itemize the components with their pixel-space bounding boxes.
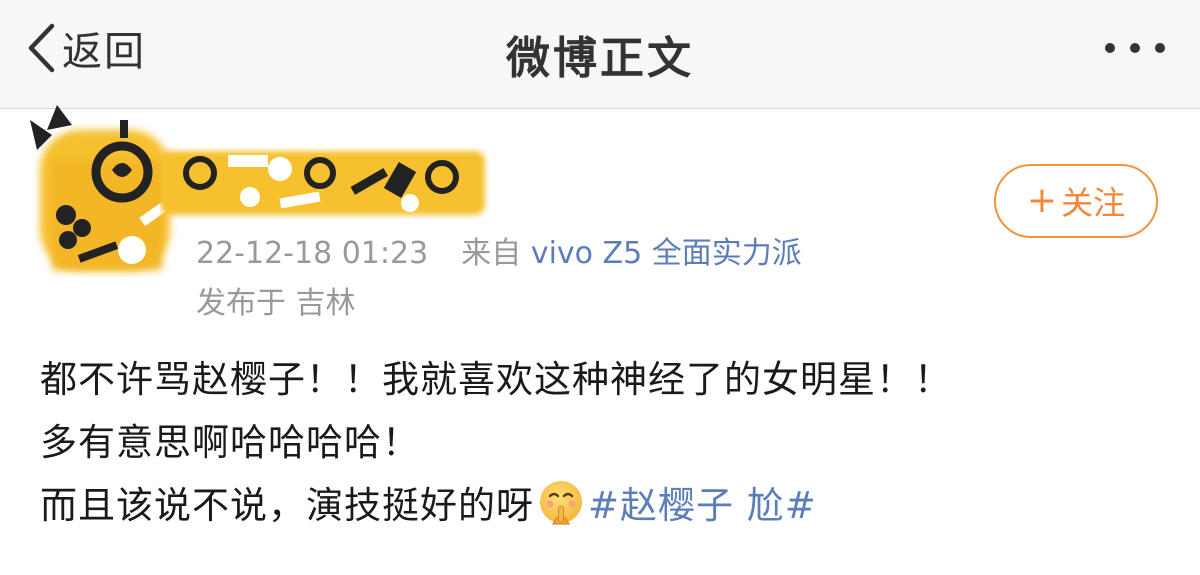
weibo-post-page: 返回 微博正文 22-12-18 01:23 来自 vivo Z5 全面实力派 …: [0, 0, 1200, 575]
shushing-face-emoji-icon: [536, 478, 586, 528]
source-device-link[interactable]: vivo Z5 全面实力派: [531, 236, 802, 271]
post-line-3: 而且该说不说，演技挺好的呀 #赵樱子 尬#: [40, 474, 1180, 537]
hashtag-link[interactable]: #赵樱子 尬#: [588, 484, 817, 527]
post-timestamp: 22-12-18 01:23: [196, 236, 429, 271]
post-line-1: 都不许骂赵樱子！！我就喜欢这种神经了的女明星！！: [40, 358, 952, 401]
post-location: 发布于 吉林: [196, 286, 356, 321]
post-line-3-text: 而且该说不说，演技挺好的呀: [40, 484, 534, 527]
follow-label: 关注: [1061, 184, 1126, 222]
follow-button[interactable]: + 关注: [994, 164, 1158, 238]
page-title: 微博正文: [506, 33, 694, 84]
source-prefix: 来自: [461, 236, 522, 271]
post-line-2: 多有意思啊哈哈哈哈！: [40, 421, 420, 464]
username-redacted[interactable]: [160, 145, 490, 219]
more-options-button[interactable]: [1100, 36, 1170, 60]
navigation-bar: 返回 微博正文: [0, 0, 1200, 109]
more-dots-icon: [1105, 43, 1165, 53]
post-meta: 22-12-18 01:23 来自 vivo Z5 全面实力派: [196, 228, 802, 272]
avatar[interactable]: [22, 100, 182, 280]
post-content: 都不许骂赵樱子！！我就喜欢这种神经了的女明星！！ 多有意思啊哈哈哈哈！ 而且该说…: [40, 348, 1180, 537]
plus-icon: +: [1026, 180, 1058, 221]
